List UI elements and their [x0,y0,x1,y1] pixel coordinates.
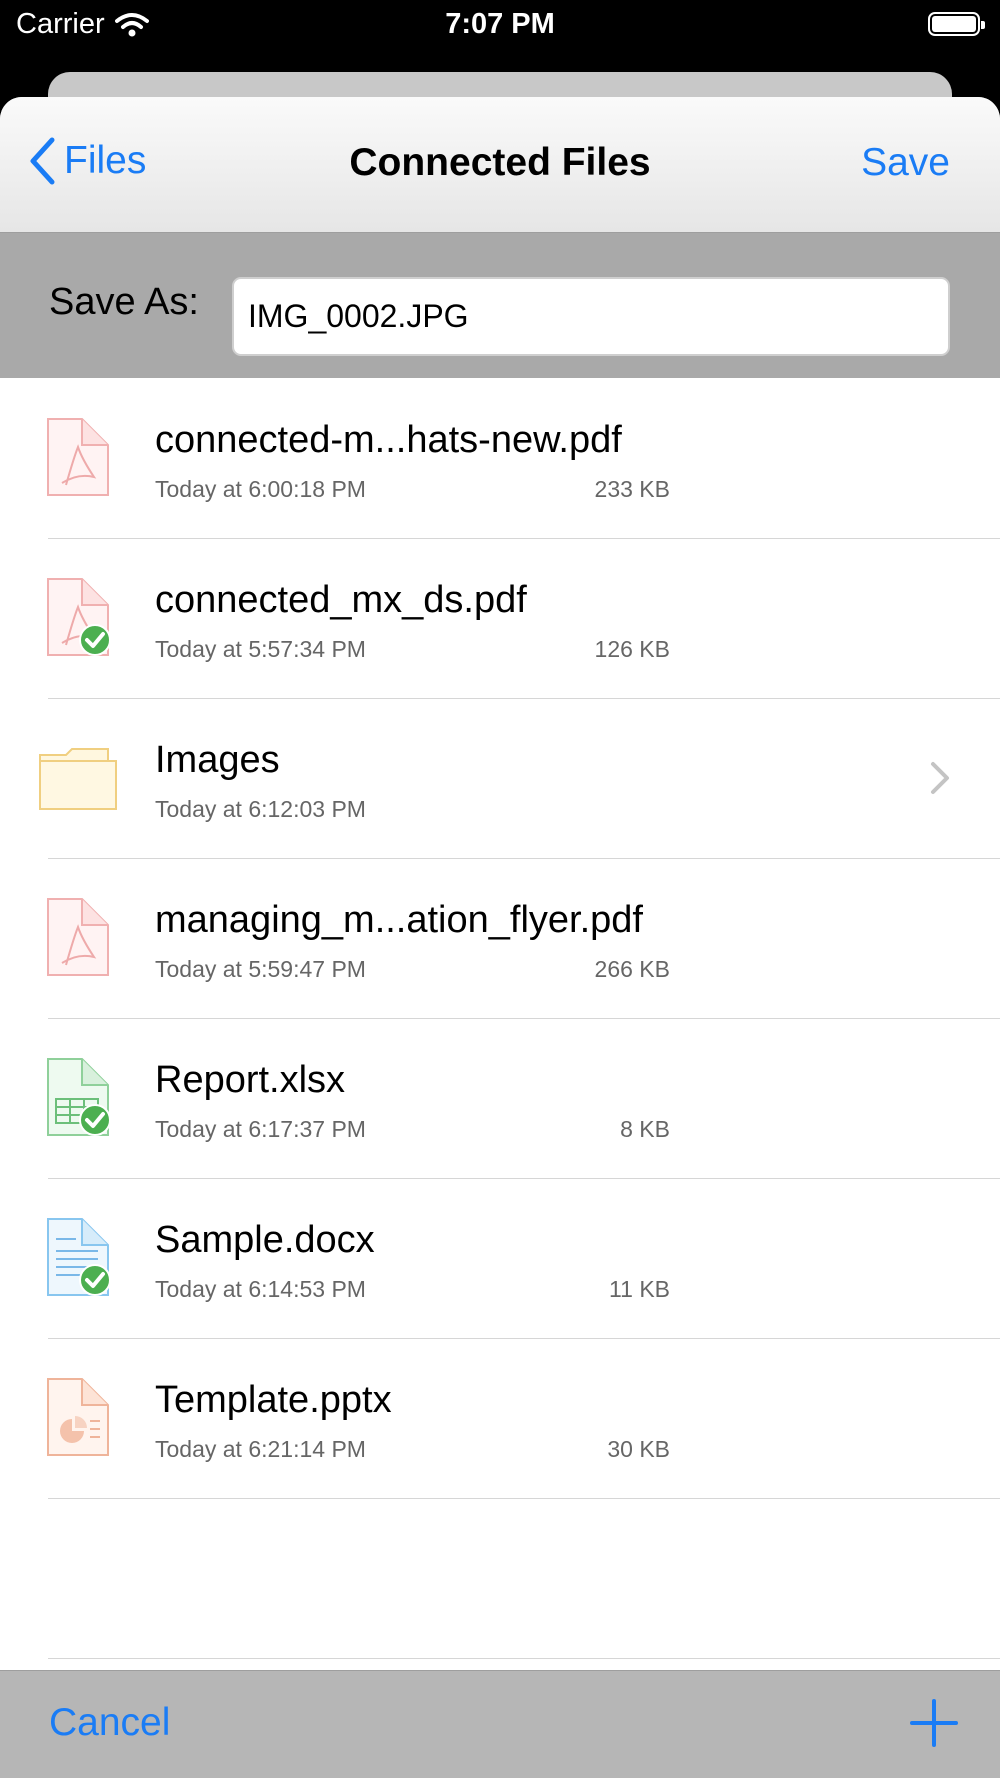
file-date: Today at 5:57:34 PM [155,636,366,662]
file-name: Sample.docx [155,1219,375,1261]
file-date: Today at 6:00:18 PM [155,476,366,502]
pdf-icon [38,577,118,657]
file-date: Today at 6:21:14 PM [155,1436,366,1462]
list-item[interactable]: connected-m...hats-new.pdf Today at 6:00… [47,379,1000,539]
file-size: 233 KB [594,476,670,502]
synced-check-icon [79,1104,111,1136]
file-date: Today at 5:59:47 PM [155,956,366,982]
file-size: 266 KB [594,956,670,982]
document-icon [38,1217,118,1297]
navigation-bar: Files Connected Files Save [0,97,1000,233]
synced-check-icon [79,624,111,656]
file-date: Today at 6:17:37 PM [155,1116,366,1142]
list-item[interactable]: managing_m...ation_flyer.pdf Today at 5:… [47,859,1000,1019]
file-list: connected-m...hats-new.pdf Today at 6:00… [0,379,1000,1659]
file-date: Today at 6:12:03 PM [155,796,366,822]
synced-check-icon [79,1264,111,1296]
save-button[interactable]: Save [861,141,950,185]
chevron-right-icon [930,761,950,800]
save-as-label: Save As: [49,281,199,323]
list-item[interactable]: connected_mx_ds.pdf Today at 5:57:34 PM … [47,539,1000,699]
file-name: connected_mx_ds.pdf [155,579,527,621]
status-bar: Carrier 7:07 PM [0,0,1000,50]
list-item[interactable]: Sample.docx Today at 6:14:53 PM 11 KB [47,1179,1000,1339]
save-as-filename-input[interactable] [232,277,950,356]
cancel-button[interactable]: Cancel [49,1701,170,1745]
list-item[interactable]: Report.xlsx Today at 6:17:37 PM 8 KB [47,1019,1000,1179]
status-time: 7:07 PM [445,8,555,40]
file-date: Today at 6:14:53 PM [155,1276,366,1302]
add-button[interactable] [908,1697,960,1754]
file-name: Template.pptx [155,1379,392,1421]
connected-files-sheet: Files Connected Files Save Save As: conn… [0,97,1000,1778]
pdf-icon [38,417,118,497]
empty-row [48,1499,1000,1659]
bottom-toolbar: Cancel [0,1670,1000,1778]
file-name: connected-m...hats-new.pdf [155,419,622,461]
file-size: 11 KB [609,1276,670,1302]
presentation-icon [38,1377,118,1457]
file-name: Report.xlsx [155,1059,346,1101]
pdf-icon [38,897,118,977]
battery-icon [928,12,985,36]
list-item[interactable]: Template.pptx Today at 6:21:14 PM 30 KB [47,1339,1000,1499]
file-name: managing_m...ation_flyer.pdf [155,899,643,941]
list-item[interactable]: Images Today at 6:12:03 PM [39,699,1000,859]
file-size: 30 KB [607,1436,670,1462]
spreadsheet-icon [38,1057,118,1137]
save-as-bar: Save As: [0,233,1000,378]
file-size: 126 KB [594,636,670,662]
folder-icon [38,737,118,817]
page-title: Connected Files [349,141,651,184]
file-size: 8 KB [620,1116,670,1142]
plus-icon [910,1699,958,1747]
file-name: Images [155,739,280,781]
